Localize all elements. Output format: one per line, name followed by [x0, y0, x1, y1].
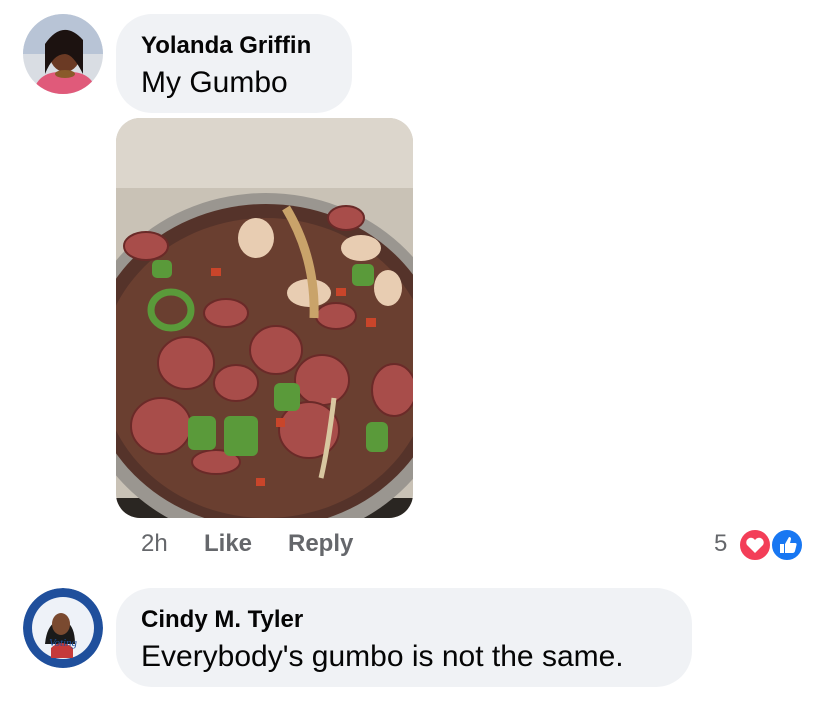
reaction-count: 5 — [714, 530, 728, 557]
reaction-summary[interactable]: 5 — [710, 528, 810, 562]
avatar-image: Voting — [23, 588, 103, 668]
svg-text:Voting: Voting — [49, 637, 78, 649]
comment-timestamp[interactable]: 2h — [141, 530, 168, 558]
avatar-image — [23, 14, 103, 94]
comment-text: My Gumbo — [141, 66, 288, 99]
reply-button[interactable]: Reply — [288, 530, 353, 558]
comment-actions: 2h Like Reply — [141, 530, 391, 560]
comment-text: Everybody's gumbo is not the same. — [141, 640, 624, 673]
like-button[interactable]: Like — [204, 530, 252, 558]
like-reaction-icon — [770, 528, 804, 562]
gumbo-photo-image — [116, 118, 413, 518]
love-reaction-icon — [738, 528, 772, 562]
avatar-yolanda-griffin[interactable] — [23, 14, 103, 94]
comment-photo[interactable] — [116, 118, 413, 518]
comment-author[interactable]: Yolanda Griffin — [141, 32, 311, 60]
comment-author[interactable]: Cindy M. Tyler — [141, 606, 303, 634]
avatar-cindy-m-tyler[interactable]: Voting — [23, 588, 103, 668]
